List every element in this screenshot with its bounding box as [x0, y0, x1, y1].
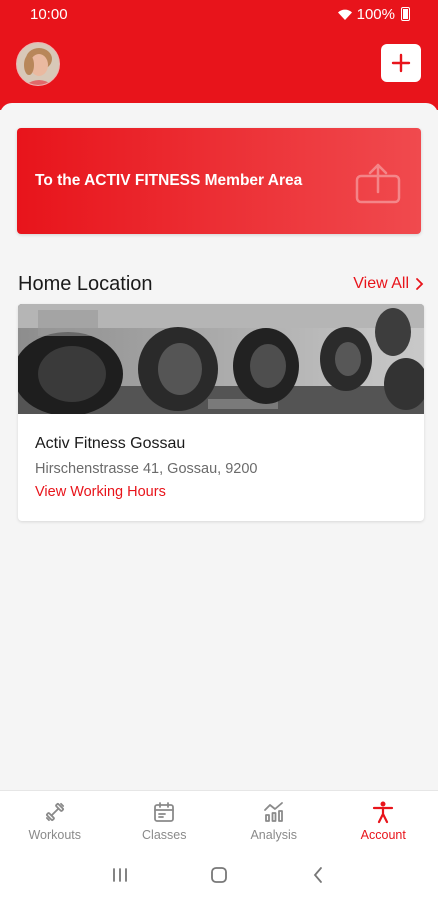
- wifi-icon: [337, 9, 352, 20]
- share-icon: [355, 163, 401, 204]
- nav-item-account[interactable]: Account: [329, 791, 438, 850]
- home-button[interactable]: [207, 863, 231, 887]
- add-button[interactable]: [381, 44, 421, 82]
- system-nav-bar: [0, 850, 438, 900]
- section-title: Home Location: [18, 272, 153, 295]
- status-indicators: 100%: [337, 6, 410, 23]
- nav-item-classes[interactable]: Classes: [110, 791, 220, 850]
- avatar[interactable]: [16, 42, 60, 86]
- gym-name: Activ Fitness Gossau: [35, 435, 186, 452]
- chevron-right-icon: [416, 278, 424, 290]
- recents-icon: [112, 868, 127, 882]
- nav-label-analysis: Analysis: [250, 827, 298, 842]
- back-icon: [314, 867, 323, 883]
- status-bar: 10:00 100%: [0, 0, 438, 28]
- plus-icon: [391, 53, 411, 73]
- home-icon: [211, 867, 227, 883]
- home-location-card[interactable]: Activ Fitness Gossau Hirschenstrasse 41,…: [18, 304, 424, 521]
- calendar-icon: [154, 801, 175, 822]
- app-header: [0, 28, 438, 110]
- view-all-label: View All: [353, 275, 409, 292]
- person-icon: [373, 801, 394, 823]
- chart-icon: [263, 801, 283, 822]
- main-content: To the ACTIV FITNESS Member Area Home Lo…: [0, 103, 438, 790]
- user-avatar-icon: [17, 43, 59, 85]
- gym-address: Hirschenstrasse 41, Gossau, 9200: [35, 461, 258, 477]
- recent-apps-button[interactable]: [108, 863, 132, 887]
- back-button[interactable]: [306, 863, 330, 887]
- member-banner-label: To the ACTIV FITNESS Member Area: [35, 172, 303, 189]
- nav-item-workouts[interactable]: Workouts: [0, 791, 110, 850]
- card-body: Activ Fitness Gossau Hirschenstrasse 41,…: [18, 414, 424, 500]
- nav-label-account: Account: [360, 827, 406, 842]
- dumbbells-photo: [18, 304, 424, 414]
- nav-label-classes: Classes: [142, 827, 187, 842]
- dumbbell-icon: [45, 802, 64, 821]
- member-area-banner[interactable]: To the ACTIV FITNESS Member Area: [17, 128, 421, 234]
- gym-photo: [18, 304, 424, 414]
- bottom-nav: Workouts Classes Analysis Account: [0, 790, 438, 850]
- view-all-link[interactable]: View All: [353, 275, 424, 293]
- home-location-header: Home Location View All: [18, 269, 424, 299]
- nav-item-analysis[interactable]: Analysis: [219, 791, 329, 850]
- status-time: 10:00: [30, 5, 68, 23]
- nav-label-workouts: Workouts: [28, 827, 82, 842]
- battery-icon: [401, 7, 410, 21]
- battery-percent: 100%: [356, 5, 395, 23]
- view-working-hours-link[interactable]: View Working Hours: [35, 484, 407, 500]
